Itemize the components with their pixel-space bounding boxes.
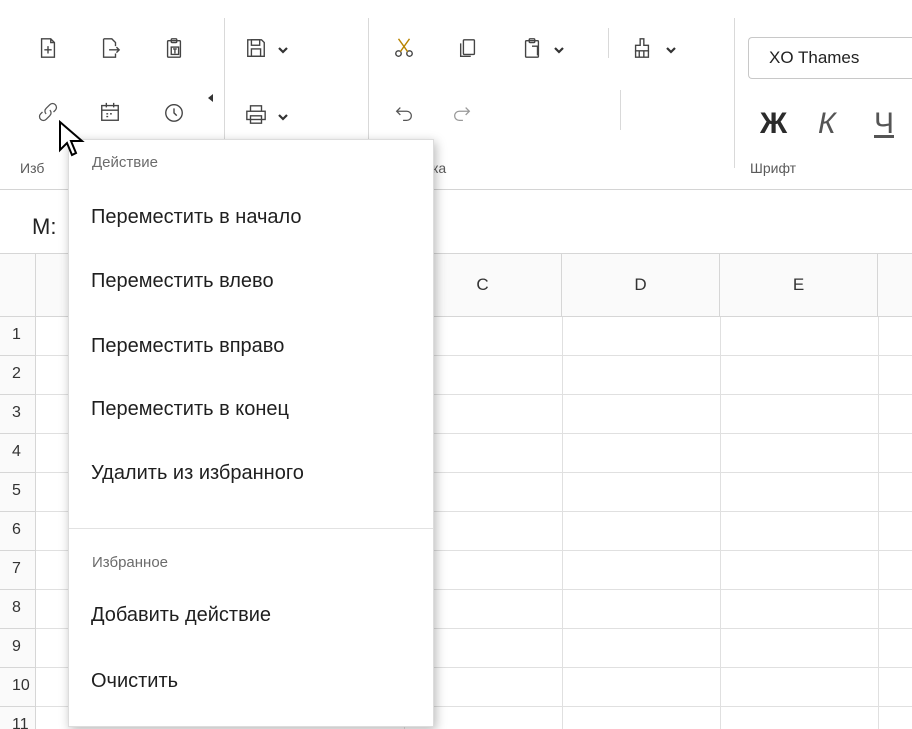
favorites-context-menu: Действие Переместить в начало Переместит… xyxy=(68,139,434,727)
font-name-select[interactable]: XO Thames xyxy=(748,37,912,79)
menu-item-remove-from-favorites[interactable]: Удалить из избранного xyxy=(69,452,433,502)
menu-divider xyxy=(69,528,433,529)
save-icon[interactable] xyxy=(242,34,270,62)
group-separator xyxy=(734,18,735,168)
chevron-down-icon[interactable] xyxy=(276,43,290,57)
row-header[interactable]: 6 xyxy=(0,512,36,551)
clock-icon[interactable] xyxy=(160,98,188,126)
bold-button[interactable]: Ж xyxy=(760,107,787,141)
underline-button[interactable]: Ч xyxy=(874,107,894,141)
print-icon[interactable] xyxy=(242,100,270,128)
chevron-down-icon[interactable] xyxy=(276,110,290,124)
new-document-icon[interactable] xyxy=(34,34,62,62)
menu-item-move-to-start[interactable]: Переместить в начало xyxy=(69,196,433,246)
row-header[interactable]: 4 xyxy=(0,434,36,473)
italic-button[interactable]: К xyxy=(818,107,836,141)
row-header[interactable]: 11 xyxy=(0,707,36,729)
column-gridline xyxy=(720,317,721,729)
cell-name-box[interactable]: M: xyxy=(32,214,56,240)
group-label-clipboard: ка xyxy=(432,160,447,176)
format-painter-icon[interactable] xyxy=(628,34,656,62)
row-header[interactable]: 9 xyxy=(0,629,36,668)
column-header[interactable] xyxy=(878,253,912,317)
row-header[interactable]: 2 xyxy=(0,356,36,395)
row-header[interactable]: 7 xyxy=(0,551,36,590)
menu-section-title-favorites: Избранное xyxy=(92,554,169,571)
column-header-d[interactable]: D xyxy=(562,253,720,317)
group-label-font: Шрифт xyxy=(750,160,797,176)
redo-icon[interactable] xyxy=(448,100,476,128)
select-all-corner[interactable] xyxy=(0,253,36,317)
paste-special-icon[interactable] xyxy=(160,34,188,62)
calendar-icon[interactable] xyxy=(96,98,124,126)
menu-item-move-right[interactable]: Переместить вправо xyxy=(69,325,433,375)
row-header[interactable]: 8 xyxy=(0,590,36,629)
column-gridline xyxy=(562,317,563,729)
row-header[interactable]: 10 xyxy=(0,668,36,707)
group-separator xyxy=(620,90,621,130)
row-header[interactable]: 3 xyxy=(0,395,36,434)
row-header[interactable]: 1 xyxy=(0,317,36,356)
scroll-indicator-icon xyxy=(208,90,214,102)
group-separator xyxy=(608,28,609,58)
chevron-down-icon[interactable] xyxy=(664,43,678,57)
column-header-e[interactable]: E xyxy=(720,253,878,317)
menu-item-add-action[interactable]: Добавить действие xyxy=(69,594,433,644)
paste-icon[interactable] xyxy=(518,34,546,62)
export-icon[interactable] xyxy=(96,34,124,62)
undo-icon[interactable] xyxy=(390,100,418,128)
menu-item-move-to-end[interactable]: Переместить в конец xyxy=(69,388,433,438)
menu-item-clear[interactable]: Очистить xyxy=(69,660,433,710)
copy-icon[interactable] xyxy=(454,34,482,62)
row-header[interactable]: 5 xyxy=(0,473,36,512)
menu-section-title-action: Действие xyxy=(92,154,158,171)
chevron-down-icon[interactable] xyxy=(552,43,566,57)
cut-icon[interactable] xyxy=(390,34,418,62)
group-label-favorites: Изб xyxy=(20,160,45,176)
column-gridline xyxy=(878,317,879,729)
mouse-cursor-icon xyxy=(58,119,86,158)
menu-item-move-left[interactable]: Переместить влево xyxy=(69,260,433,310)
